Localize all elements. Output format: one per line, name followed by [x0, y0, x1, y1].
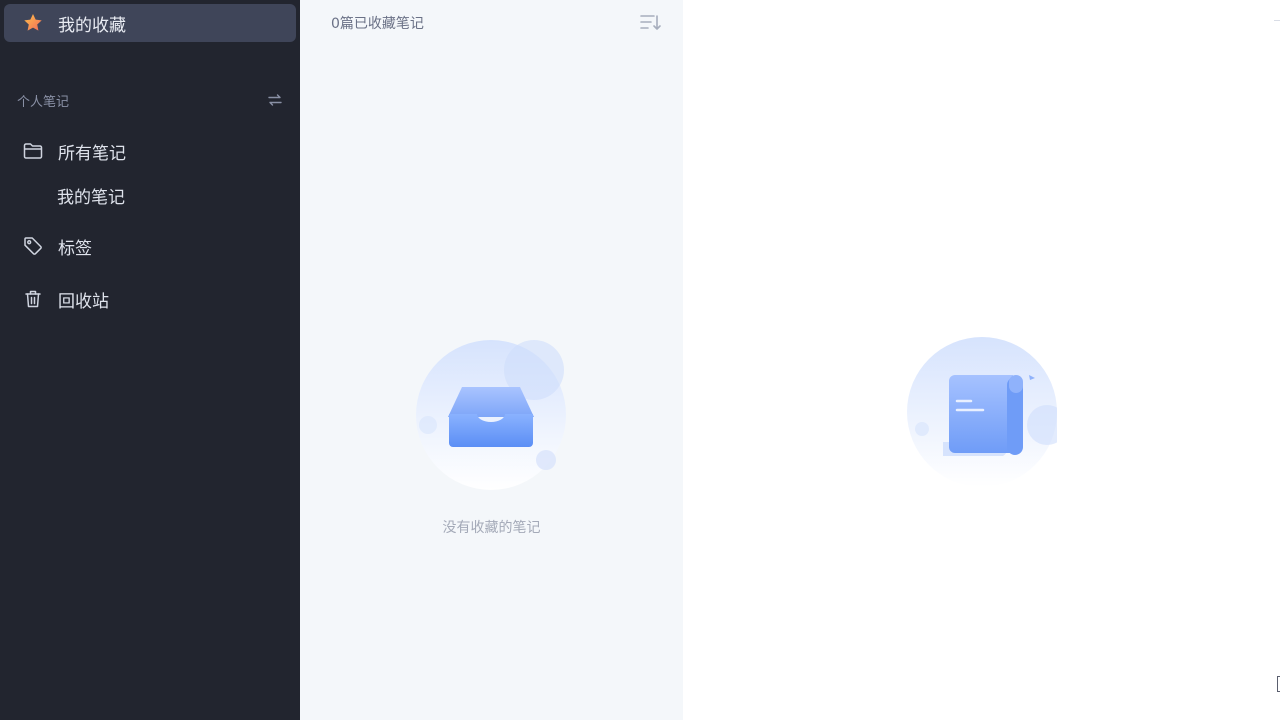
note-content-panel — [683, 0, 1280, 720]
sidebar-item-my-notes-label: 我的笔记 — [57, 187, 125, 208]
folder-icon — [22, 140, 44, 162]
favorites-count: 0篇已收藏笔记 — [331, 16, 424, 32]
trash-icon — [22, 288, 44, 310]
empty-state-text: 没有收藏的笔记 — [442, 520, 541, 536]
tag-icon — [22, 235, 44, 257]
empty-inbox-illustration — [416, 340, 566, 490]
sidebar-item-my-notes[interactable]: 我的笔记 — [57, 180, 125, 210]
sidebar-item-tags[interactable]: 标签 — [0, 228, 300, 264]
sidebar-item-all-notes[interactable]: 所有笔记 — [0, 133, 300, 169]
sidebar-item-tags-label: 标签 — [58, 238, 92, 259]
app-window: 我的收藏 个人笔记 所有笔记 我的笔记 标签 回收站 0篇已收藏笔记 没有收藏的… — [0, 0, 1280, 720]
sidebar-item-all-notes-label: 所有笔记 — [58, 143, 126, 164]
sidebar-item-trash-label: 回收站 — [58, 291, 109, 312]
personal-notes-header: 个人笔记 — [17, 90, 283, 110]
sidebar-item-favorites[interactable]: 我的收藏 — [4, 4, 296, 42]
section-title: 个人笔记 — [17, 94, 70, 110]
empty-note-illustration — [907, 337, 1067, 487]
sidebar-item-favorites-label: 我的收藏 — [58, 15, 126, 36]
switch-icon[interactable] — [267, 92, 283, 108]
sidebar: 我的收藏 个人笔记 所有笔记 我的笔记 标签 回收站 — [0, 0, 300, 720]
sidebar-item-trash[interactable]: 回收站 — [0, 281, 300, 317]
edge-divider — [1274, 20, 1280, 21]
note-list-panel: 0篇已收藏笔记 没有收藏的笔记 — [300, 0, 683, 720]
star-icon — [22, 12, 44, 34]
sort-icon[interactable] — [638, 12, 662, 34]
